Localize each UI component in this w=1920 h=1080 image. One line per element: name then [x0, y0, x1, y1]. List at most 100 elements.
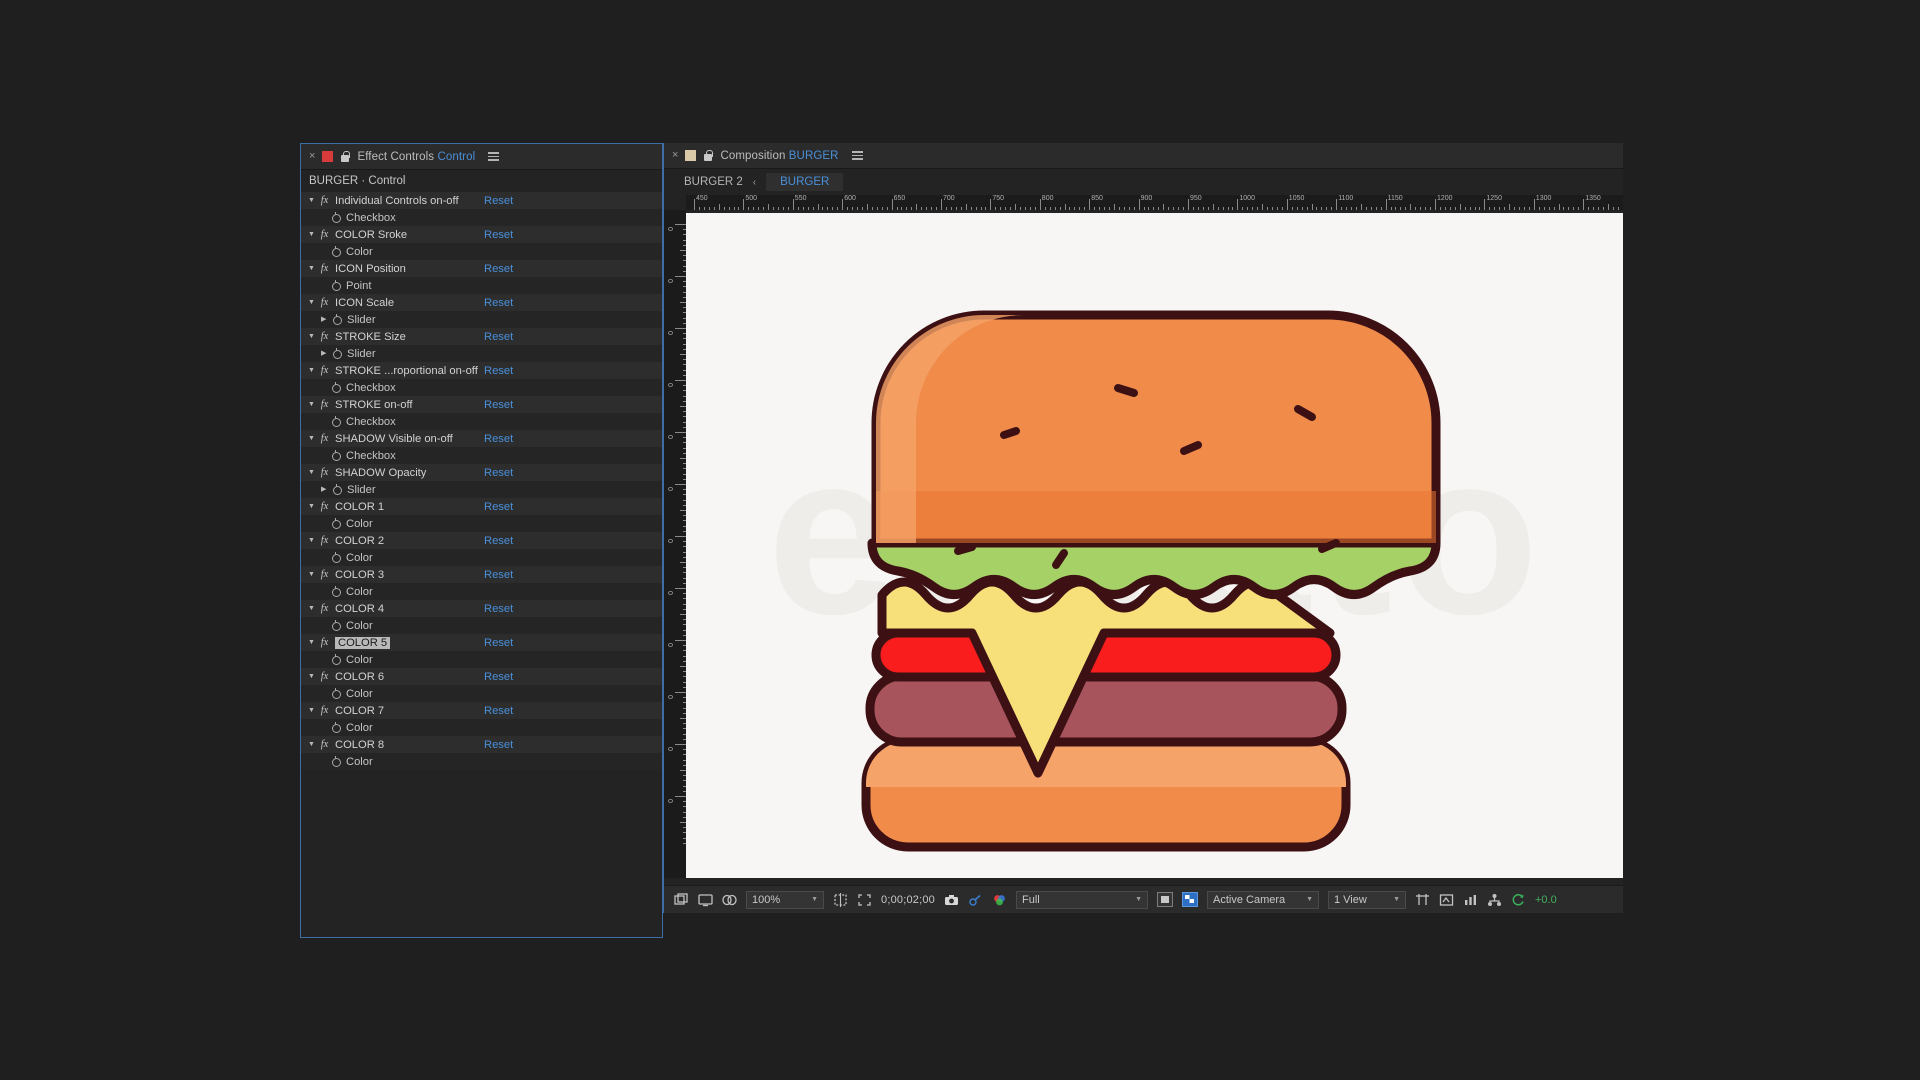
effect-header-row[interactable]: ▼fxCOLOR 2ResetAbout...: [301, 532, 900, 549]
region-of-interest-icon[interactable]: [857, 893, 872, 907]
camera-snapshot-icon[interactable]: [944, 893, 959, 907]
lock-icon[interactable]: [703, 149, 713, 162]
chevron-left-icon[interactable]: ‹: [753, 177, 756, 188]
reset-button[interactable]: Reset: [484, 331, 513, 343]
effect-header-row[interactable]: ▼fxSHADOW Visible on-offResetAbout...: [301, 430, 900, 447]
transparency-grid-icon[interactable]: [1182, 892, 1198, 907]
effect-property-row[interactable]: ▶Slider100.00: [301, 481, 821, 498]
reset-button[interactable]: Reset: [484, 399, 513, 411]
monitor-icon[interactable]: [698, 893, 713, 907]
panel-menu-icon[interactable]: [851, 151, 863, 160]
effect-header-row[interactable]: ▼fxCOLOR 3ResetAbout...: [301, 566, 900, 583]
channel-icon[interactable]: [992, 893, 1007, 907]
reset-button[interactable]: Reset: [484, 433, 513, 445]
effect-name[interactable]: ICON Scale: [335, 297, 394, 309]
stopwatch-icon[interactable]: [329, 688, 343, 699]
disclosure-triangle-icon[interactable]: ▼: [308, 537, 315, 544]
breadcrumb-current[interactable]: BURGER: [766, 173, 844, 191]
effect-name[interactable]: SHADOW Opacity: [335, 467, 426, 479]
effect-name[interactable]: COLOR 2: [335, 535, 384, 547]
effect-name[interactable]: COLOR 4: [335, 603, 384, 615]
effect-header-row[interactable]: ▼fxCOLOR 4ResetAbout...: [301, 600, 900, 617]
stopwatch-icon[interactable]: [329, 416, 343, 427]
effect-property-row[interactable]: Checkbox: [301, 413, 798, 430]
effect-property-row[interactable]: Color: [301, 753, 844, 770]
disclosure-triangle-icon[interactable]: ▼: [308, 333, 315, 340]
effect-header-row[interactable]: ▼fxICON ScaleResetAbout...: [301, 294, 900, 311]
effect-header-row[interactable]: ▼fxCOLOR 7ResetAbout...: [301, 702, 900, 719]
effect-header-row[interactable]: ▼fxCOLOR 5ResetAbout...: [301, 634, 900, 651]
disclosure-triangle-icon[interactable]: ▼: [308, 741, 315, 748]
stopwatch-icon[interactable]: [329, 654, 343, 665]
reset-button[interactable]: Reset: [484, 535, 513, 547]
stopwatch-icon[interactable]: [329, 246, 343, 257]
effect-property-row[interactable]: Color: [301, 685, 844, 702]
effect-name[interactable]: COLOR 3: [335, 569, 384, 581]
toggle-alpha-icon[interactable]: [1157, 892, 1173, 907]
effect-header-row[interactable]: ▼fxICON PositionResetAbout...: [301, 260, 900, 277]
comp-region-icon[interactable]: [674, 892, 689, 907]
stopwatch-icon[interactable]: [329, 586, 343, 597]
stopwatch-icon[interactable]: [329, 518, 343, 529]
disclosure-triangle-icon[interactable]: ▼: [308, 639, 315, 646]
expand-slider-icon[interactable]: ▶: [321, 316, 330, 323]
reset-button[interactable]: Reset: [484, 739, 513, 751]
disclosure-triangle-icon[interactable]: ▼: [308, 571, 315, 578]
effect-property-row[interactable]: ▶Slider181.00: [301, 311, 821, 328]
stopwatch-icon[interactable]: [329, 552, 343, 563]
reset-button[interactable]: Reset: [484, 229, 513, 241]
disclosure-triangle-icon[interactable]: ▼: [308, 197, 315, 204]
disclosure-triangle-icon[interactable]: ▼: [308, 231, 315, 238]
effect-property-row[interactable]: Color: [301, 243, 844, 260]
composition-canvas[interactable]: envato: [686, 213, 1623, 878]
reset-button[interactable]: Reset: [484, 365, 513, 377]
effect-header-row[interactable]: ▼fxSTROKE SizeResetAbout...: [301, 328, 900, 345]
renderer-icon[interactable]: [1487, 893, 1502, 907]
reset-button[interactable]: Reset: [484, 467, 513, 479]
disclosure-triangle-icon[interactable]: ▼: [308, 707, 315, 714]
reset-button[interactable]: Reset: [484, 501, 513, 513]
effect-property-row[interactable]: Color: [301, 515, 844, 532]
effect-name[interactable]: SHADOW Visible on-off: [335, 433, 453, 445]
disclosure-triangle-icon[interactable]: ▼: [308, 469, 315, 476]
effect-property-row[interactable]: Color: [301, 549, 844, 566]
effect-header-row[interactable]: ▼fxSHADOW OpacityResetAbout...: [301, 464, 900, 481]
exposure-value[interactable]: +0.0: [1535, 894, 1557, 906]
disclosure-triangle-icon[interactable]: ▼: [308, 673, 315, 680]
reset-button[interactable]: Reset: [484, 705, 513, 717]
effect-header-row[interactable]: ▼fxIndividual Controls on-offResetAbout.…: [301, 192, 900, 209]
close-icon[interactable]: ×: [309, 151, 315, 162]
composition-tab-title[interactable]: Composition BURGER: [720, 150, 838, 162]
reset-button[interactable]: Reset: [484, 263, 513, 275]
breadcrumb-parent[interactable]: BURGER 2: [684, 176, 743, 188]
graph-icon[interactable]: [1463, 893, 1478, 907]
mask-icon[interactable]: [722, 893, 737, 907]
views-dropdown[interactable]: 1 View ▼: [1328, 890, 1406, 909]
effect-header-row[interactable]: ▼fxSTROKE on-offResetAbout...: [301, 396, 900, 413]
stopwatch-icon[interactable]: [329, 756, 343, 767]
expand-slider-icon[interactable]: ▶: [321, 350, 330, 357]
zoom-level-dropdown[interactable]: 100% ▼: [746, 890, 824, 909]
effect-name[interactable]: COLOR 5: [335, 636, 391, 649]
expand-slider-icon[interactable]: ▶: [321, 486, 330, 493]
timeline-icon[interactable]: [1439, 893, 1454, 907]
effect-name[interactable]: COLOR 7: [335, 705, 384, 717]
reset-button[interactable]: Reset: [484, 637, 513, 649]
stopwatch-icon[interactable]: [329, 722, 343, 733]
stopwatch-icon[interactable]: [330, 348, 344, 359]
stopwatch-icon[interactable]: [329, 450, 343, 461]
effect-header-row[interactable]: ▼fxCOLOR 1ResetAbout...: [301, 498, 900, 515]
effect-property-row[interactable]: ▶Slider2.00: [301, 345, 809, 362]
effect-header-row[interactable]: ▼fxCOLOR SrokeResetAbout...: [301, 226, 900, 243]
disclosure-triangle-icon[interactable]: ▼: [308, 503, 315, 510]
exposure-icon[interactable]: [1511, 893, 1526, 907]
effect-name[interactable]: ICON Position: [335, 263, 406, 275]
reset-button[interactable]: Reset: [484, 195, 513, 207]
toggle-transparency-icon[interactable]: [833, 892, 848, 907]
camera-dropdown[interactable]: Active Camera ▼: [1207, 890, 1319, 909]
effect-name[interactable]: STROKE ...roportional on-off: [335, 365, 478, 377]
effect-name[interactable]: COLOR 8: [335, 739, 384, 751]
resolution-dropdown[interactable]: Full ▼: [1016, 890, 1148, 909]
effect-name[interactable]: STROKE on-off: [335, 399, 413, 411]
effect-name[interactable]: COLOR 6: [335, 671, 384, 683]
